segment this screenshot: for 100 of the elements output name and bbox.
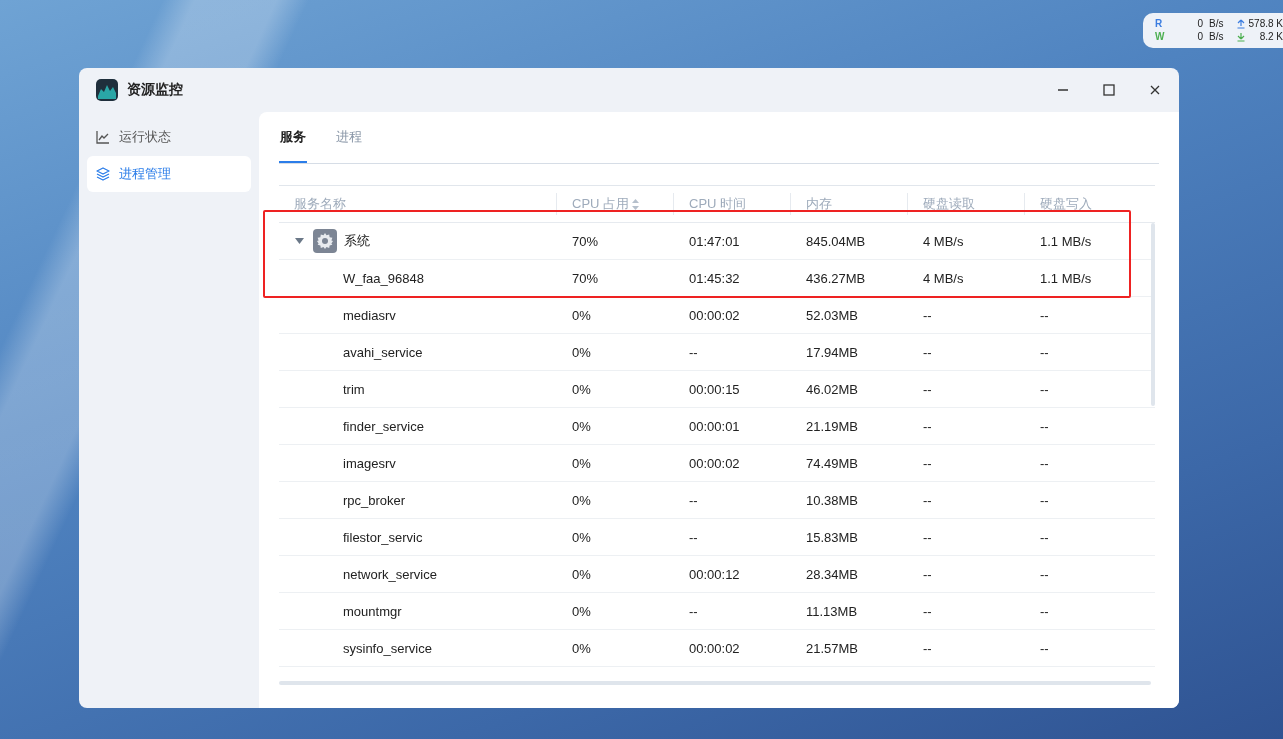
table-cell: 00:00:02 — [689, 455, 740, 471]
column-header[interactable]: 硬盘写入 — [1040, 195, 1092, 213]
tab[interactable]: 服务 — [279, 112, 307, 163]
table-cell: -- — [1040, 640, 1049, 656]
table-cell: 70% — [572, 270, 599, 286]
maximize-icon[interactable] — [1103, 84, 1115, 96]
table-cell: -- — [923, 640, 932, 656]
table-cell: 15.83MB — [806, 529, 859, 545]
column-header[interactable]: 内存 — [806, 195, 832, 213]
speed-value: 0 — [1196, 18, 1203, 29]
table-cell: 00:00:15 — [689, 381, 740, 397]
table-cell: 1.1 MB/s — [1040, 233, 1092, 249]
table-cell: 70% — [572, 233, 599, 249]
table-cell: 0% — [572, 529, 591, 545]
table-cell: 0% — [572, 418, 591, 434]
window-title: 资源监控 — [127, 81, 183, 99]
table-cell: 0% — [572, 344, 591, 360]
app-icon — [96, 79, 118, 101]
table-cell: -- — [1040, 492, 1049, 508]
line-chart-icon — [96, 130, 110, 144]
table-cell: 0% — [572, 566, 591, 582]
process-name: rpc_broker — [343, 492, 406, 508]
table-cell: 00:00:12 — [689, 566, 740, 582]
table-cell: -- — [1040, 307, 1049, 323]
table-cell: -- — [1040, 529, 1049, 545]
table-cell: -- — [689, 529, 698, 545]
scrollbar[interactable] — [279, 681, 1151, 685]
table-cell: 1.1 MB/s — [1040, 270, 1092, 286]
sidebar-item[interactable]: 运行状态 — [87, 119, 251, 155]
process-name: 系统 — [344, 232, 370, 250]
table-cell: -- — [923, 307, 932, 323]
process-name: sysinfo_service — [343, 640, 432, 656]
table-cell: 0% — [572, 381, 591, 397]
column-header[interactable]: 服务名称 — [294, 195, 346, 213]
close-icon[interactable] — [1149, 84, 1161, 96]
table-cell: 21.57MB — [806, 640, 859, 656]
speed-unit: B/s — [1209, 18, 1225, 29]
table-cell: -- — [1040, 418, 1049, 434]
process-name: imagesrv — [343, 455, 396, 471]
table-cell: -- — [923, 344, 932, 360]
rate-value: 578.8 K — [1248, 18, 1283, 29]
table-cell: -- — [1040, 603, 1049, 619]
rw-label: R — [1155, 18, 1164, 29]
rate-value: 8.2 K — [1259, 31, 1283, 42]
table-cell: 10.38MB — [806, 492, 859, 508]
caret-icon[interactable] — [295, 238, 304, 244]
table-cell: 28.34MB — [806, 566, 859, 582]
table-cell: 01:47:01 — [689, 233, 740, 249]
process-name: finder_service — [343, 418, 424, 434]
table-cell: -- — [923, 455, 932, 471]
table-cell: 52.03MB — [806, 307, 859, 323]
table-cell: 436.27MB — [806, 270, 866, 286]
process-name: mountmgr — [343, 603, 402, 619]
column-header[interactable]: CPU 占用 — [572, 195, 630, 213]
table-cell: 21.19MB — [806, 418, 859, 434]
table-cell: -- — [689, 492, 698, 508]
table-cell: -- — [1040, 381, 1049, 397]
process-name: avahi_service — [343, 344, 423, 360]
table-cell: -- — [1040, 566, 1049, 582]
process-name: W_faa_96848 — [343, 270, 424, 286]
table-cell: 17.94MB — [806, 344, 859, 360]
speed-value: 0 — [1196, 31, 1203, 42]
table-cell: -- — [1040, 455, 1049, 471]
layers-icon — [96, 167, 110, 181]
table-cell: 0% — [572, 455, 591, 471]
table-cell: -- — [923, 566, 932, 582]
sidebar-item[interactable]: 进程管理 — [87, 156, 251, 192]
table-cell: 74.49MB — [806, 455, 859, 471]
table-cell: -- — [923, 603, 932, 619]
table-cell: 01:45:32 — [689, 270, 740, 286]
process-name: trim — [343, 381, 365, 397]
table-cell: 0% — [572, 603, 591, 619]
table-cell: -- — [923, 492, 932, 508]
table-cell: 46.02MB — [806, 381, 859, 397]
table-cell: 0% — [572, 492, 591, 508]
table-cell: 00:00:01 — [689, 418, 740, 434]
table-cell: -- — [923, 418, 932, 434]
table-cell: 00:00:02 — [689, 307, 740, 323]
table-cell: -- — [689, 603, 698, 619]
rw-label: W — [1155, 31, 1165, 42]
table-cell: -- — [1040, 344, 1049, 360]
table-cell: -- — [923, 381, 932, 397]
table-cell: -- — [923, 529, 932, 545]
process-name: filestor_servic — [343, 529, 423, 545]
table-cell: 4 MB/s — [923, 233, 964, 249]
table-cell: 00:00:02 — [689, 640, 740, 656]
gear-icon — [313, 229, 337, 253]
scrollbar[interactable] — [1151, 223, 1155, 406]
table-cell: 0% — [572, 640, 591, 656]
speed-unit: B/s — [1209, 31, 1225, 42]
column-header[interactable]: CPU 时间 — [689, 195, 747, 213]
table-cell: 4 MB/s — [923, 270, 964, 286]
tab[interactable]: 进程 — [335, 112, 363, 163]
process-name: mediasrv — [343, 307, 396, 323]
table-cell: 845.04MB — [806, 233, 866, 249]
column-header[interactable]: 硬盘读取 — [923, 195, 975, 213]
table-cell: -- — [689, 344, 698, 360]
table-cell: 11.13MB — [806, 603, 858, 619]
process-name: network_service — [343, 566, 437, 582]
table-cell: 0% — [572, 307, 591, 323]
